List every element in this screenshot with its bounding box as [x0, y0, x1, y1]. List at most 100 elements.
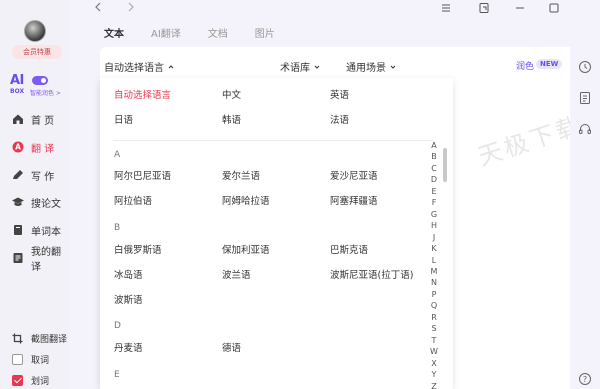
alpha-index-letter[interactable]: Z [429, 381, 439, 389]
chevron-down-icon [314, 65, 320, 69]
alpha-index-letter[interactable]: C [429, 163, 439, 174]
glossary-label: 术语库 [280, 63, 310, 74]
lang-option[interactable]: 巴斯克语 [330, 242, 368, 256]
pick-word-toggle[interactable]: 取词 [12, 351, 49, 367]
help-icon[interactable]: ? [578, 372, 592, 386]
ai-logo: AI [10, 73, 24, 88]
alpha-index-letter[interactable]: W [429, 346, 439, 357]
alpha-index-letter[interactable]: T [429, 335, 439, 346]
alpha-index-letter[interactable]: Y [429, 369, 439, 380]
lang-option[interactable]: 日语 [114, 112, 133, 126]
lang-option[interactable]: 波兰语 [222, 267, 251, 281]
lang-option[interactable]: 波斯尼亚语(拉丁语) [330, 267, 413, 281]
sidebar-item-wordbook[interactable]: 单词本 [12, 221, 61, 239]
back-arrow-icon[interactable] [92, 1, 104, 13]
forward-arrow-icon[interactable] [125, 1, 137, 13]
alpha-index-letter[interactable]: G [429, 209, 439, 220]
tab-image[interactable]: 图片 [255, 25, 275, 40]
sidebar-item-label: 我的翻译 [31, 247, 61, 273]
svg-text:A: A [15, 143, 21, 152]
select-word-label: 划词 [31, 376, 50, 387]
lang-option[interactable]: 韩语 [222, 112, 241, 126]
lang-option[interactable]: 中文 [222, 87, 241, 101]
dropdown-scrollbar[interactable] [443, 148, 447, 182]
alpha-index-letter[interactable]: L [429, 255, 439, 266]
lang-option[interactable]: 法语 [330, 112, 349, 126]
tab-bar: 文本 AI翻译 文档 图片 [104, 25, 302, 40]
pin-window-icon[interactable] [478, 2, 490, 14]
notes-icon[interactable] [578, 91, 592, 105]
alpha-index-letter[interactable]: J [429, 232, 439, 243]
alpha-index-letter[interactable]: P [429, 289, 439, 300]
avatar[interactable] [24, 20, 46, 42]
screenshot-translate-button[interactable]: 截图翻译 [12, 330, 67, 346]
select-word-checkbox[interactable] [12, 374, 23, 386]
alpha-index-letter[interactable]: Q [429, 300, 439, 311]
lang-option[interactable]: 冰岛语 [114, 267, 143, 281]
lang-option[interactable]: 白俄罗斯语 [114, 242, 162, 256]
headset-icon[interactable] [578, 122, 592, 136]
alpha-index-letter[interactable]: K [429, 243, 439, 254]
source-language-select[interactable]: 自动选择语言 [104, 59, 174, 74]
lang-option[interactable]: 爱尔兰语 [222, 168, 260, 182]
lang-option[interactable]: 爱沙尼亚语 [330, 168, 378, 182]
sidebar-item-write[interactable]: 写 作 [12, 166, 54, 184]
sidebar-item-translate[interactable]: A 翻 译 [12, 138, 54, 156]
maximize-icon[interactable] [548, 2, 560, 14]
sidebar-item-papers[interactable]: 搜论文 [12, 193, 61, 211]
graduation-cap-icon [12, 196, 24, 208]
divider [113, 140, 433, 141]
alpha-index-letter[interactable]: R [429, 312, 439, 323]
alpha-index-letter[interactable]: D [429, 174, 439, 185]
toggle-switch[interactable] [32, 76, 48, 85]
alpha-index-letter[interactable]: F [429, 197, 439, 208]
glossary-select[interactable]: 术语库 [280, 59, 320, 74]
crop-icon [12, 333, 23, 344]
alpha-index-letter[interactable]: M [429, 266, 439, 277]
tab-document[interactable]: 文档 [208, 25, 228, 40]
pick-word-checkbox[interactable] [12, 353, 23, 365]
main-area: 文本 AI翻译 文档 图片 自动选择语言 术语库 通用场景 润色 NEW 自动选… [70, 0, 600, 389]
sidebar-item-label: 首 页 [31, 115, 55, 127]
alpha-index-letter[interactable]: X [429, 358, 439, 369]
tab-text[interactable]: 文本 [104, 25, 124, 40]
translate-panel: 自动选择语言 术语库 通用场景 润色 NEW 自动选择语言 中文 英语 日语 韩… [100, 47, 600, 389]
source-language-label: 自动选择语言 [104, 63, 164, 74]
polish-button[interactable]: 润色 [516, 59, 534, 72]
sidebar-item-home[interactable]: 首 页 [12, 110, 54, 128]
vip-badge[interactable]: 会员特惠 [12, 45, 62, 59]
select-word-toggle[interactable]: 划词 [12, 372, 49, 388]
new-badge: NEW [536, 59, 563, 69]
chevron-down-icon [390, 65, 396, 69]
lang-option[interactable]: 英语 [330, 87, 349, 101]
lang-option[interactable]: 德语 [222, 340, 241, 354]
lang-option[interactable]: 阿拉伯语 [114, 193, 152, 207]
alpha-index-letter[interactable]: S [429, 323, 439, 334]
lang-option[interactable]: 阿姆哈拉语 [222, 193, 270, 207]
smart-polish-link[interactable]: 智能润色 > [30, 88, 61, 97]
lang-option[interactable]: 阿尔巴尼亚语 [114, 168, 171, 182]
history-icon[interactable] [578, 60, 592, 74]
home-icon [12, 113, 24, 125]
letter-heading: B [114, 223, 121, 233]
pick-word-label: 取词 [31, 355, 50, 366]
alpha-index-letter[interactable]: A [429, 140, 439, 151]
lang-option[interactable]: 丹麦语 [114, 340, 143, 354]
aibox-toggle[interactable]: AI BOX 智能润色 > [10, 73, 66, 99]
menu-icon[interactable] [440, 2, 452, 14]
lang-option[interactable]: 阿塞拜疆语 [330, 193, 378, 207]
alpha-index-letter[interactable]: N [429, 277, 439, 288]
tab-ai-translate[interactable]: AI翻译 [151, 25, 181, 40]
lang-option[interactable]: 自动选择语言 [114, 87, 171, 101]
alpha-index-letter[interactable]: H [429, 220, 439, 231]
lang-option[interactable]: 保加利亚语 [222, 242, 270, 256]
wordbook-icon [12, 224, 24, 236]
minimize-icon[interactable] [514, 2, 526, 14]
alpha-index-letter[interactable]: E [429, 186, 439, 197]
lang-option[interactable]: 波斯语 [114, 292, 143, 306]
sidebar-item-my-translation[interactable]: 我的翻译 [12, 247, 70, 273]
sidebar: 会员特惠 AI BOX 智能润色 > 首 页 A 翻 译 写 作 搜论文 单词本 [0, 0, 70, 389]
letter-heading: A [114, 150, 121, 160]
alpha-index-letter[interactable]: B [429, 151, 439, 162]
scene-select[interactable]: 通用场景 [346, 59, 396, 74]
